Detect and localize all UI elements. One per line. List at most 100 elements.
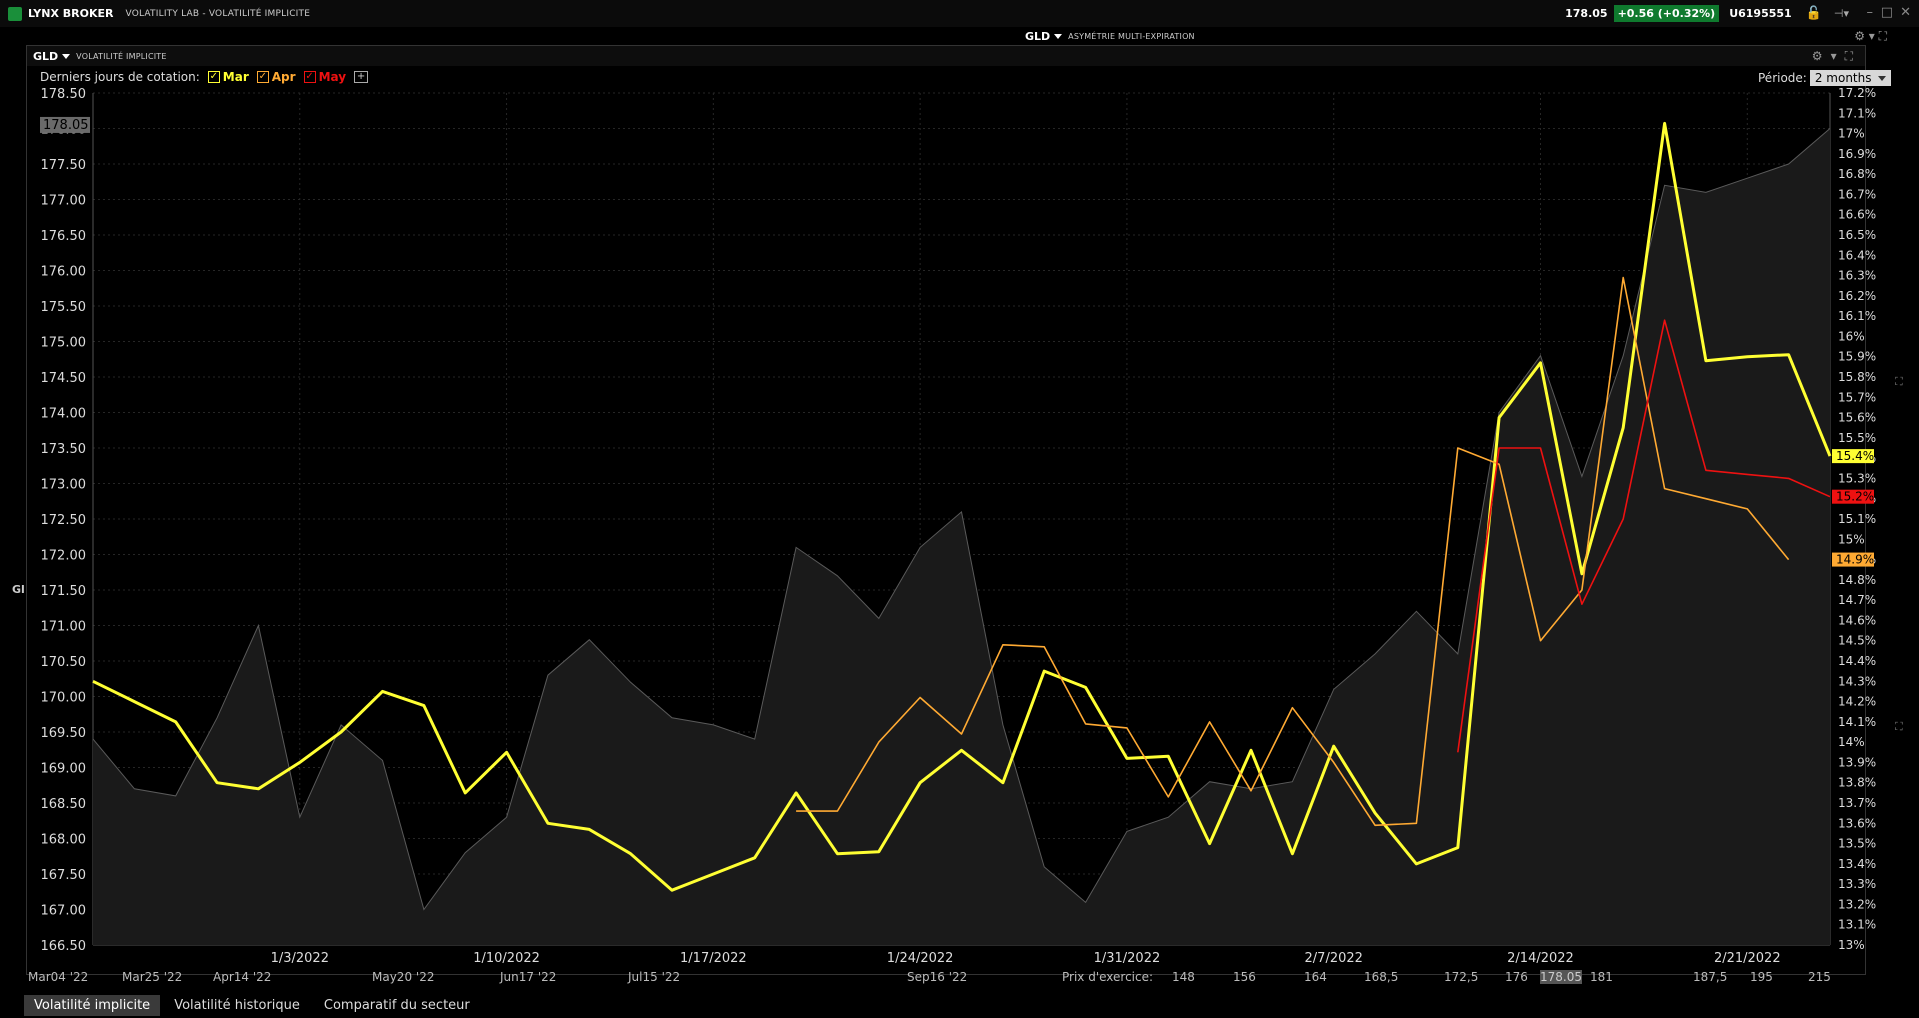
- tab-implied-volatility[interactable]: Volatilité implicite: [24, 994, 161, 1016]
- background-axis-label: Jul15 '22: [628, 970, 681, 984]
- last-value-label: 15.4%: [1836, 449, 1874, 463]
- background-axis-label: Jun17 '22: [500, 970, 557, 984]
- x-axis-tick-label: 1/3/2022: [271, 951, 329, 966]
- left-axis-tick-label: 171.50: [41, 584, 87, 599]
- right-axis-tick-label: 16.1%: [1838, 309, 1876, 323]
- background-axis-label: May20 '22: [372, 970, 435, 984]
- left-axis-tick-label: 176.50: [41, 229, 87, 244]
- left-axis-tick-label: 169.50: [41, 726, 87, 741]
- right-axis-tick-label: 13%: [1838, 938, 1865, 952]
- right-axis-tick-label: 14.1%: [1838, 715, 1876, 729]
- left-axis-tick-label: 168.00: [41, 833, 87, 848]
- right-axis-tick-label: 15.3%: [1838, 471, 1876, 485]
- left-axis-tick-label: 178.50: [41, 87, 87, 102]
- right-axis-tick-label: 14.4%: [1838, 654, 1876, 668]
- right-axis-tick-label: 15.1%: [1838, 512, 1876, 526]
- right-axis-tick-label: 13.3%: [1838, 877, 1876, 891]
- left-axis-tick-label: 175.00: [41, 336, 87, 351]
- background-axis-label: 187,5: [1693, 970, 1728, 984]
- right-axis-tick-label: 16.5%: [1838, 228, 1876, 242]
- right-axis-tick-label: 16.3%: [1838, 269, 1876, 283]
- background-axis-label: 178.05: [1540, 970, 1582, 984]
- background-axis-label: Sep16 '22: [907, 970, 968, 984]
- background-axis-label: 195: [1750, 970, 1773, 984]
- right-axis-tick-label: 14%: [1838, 735, 1865, 749]
- right-axis-tick-label: 16.2%: [1838, 289, 1876, 303]
- tab-sector-comparison[interactable]: Comparatif du secteur: [314, 995, 480, 1016]
- left-axis-tick-label: 170.50: [41, 655, 87, 670]
- left-axis-tick-label: 173.50: [41, 442, 87, 457]
- right-axis-tick-label: 14.3%: [1838, 674, 1876, 688]
- left-axis-tick-label: 171.00: [41, 620, 87, 635]
- right-axis-tick-label: 13.4%: [1838, 857, 1876, 871]
- x-axis-tick-label: 1/17/2022: [680, 951, 747, 966]
- x-axis-tick-label: 2/21/2022: [1714, 951, 1781, 966]
- background-axis-label: 215: [1808, 970, 1831, 984]
- right-axis-tick-label: 13.9%: [1838, 755, 1876, 769]
- right-axis-tick-label: 14.2%: [1838, 695, 1876, 709]
- right-axis-tick-label: 16.9%: [1838, 147, 1876, 161]
- x-axis-tick-label: 2/7/2022: [1305, 951, 1363, 966]
- left-axis-tick-label: 173.00: [41, 478, 87, 493]
- right-axis-tick-label: 15.8%: [1838, 370, 1876, 384]
- background-axis-label: 181: [1590, 970, 1613, 984]
- background-axis-label: Apr14 '22: [213, 970, 272, 984]
- background-strike-axis: Mar04 '22 Mar25 '22 Apr14 '22 May20 '22 Jun1…: [0, 970, 1919, 986]
- background-axis-label: 176: [1505, 970, 1528, 984]
- right-axis-tick-label: 14.7%: [1838, 593, 1876, 607]
- volatility-chart[interactable]: 178.50178.00177.50177.00176.50176.00175.…: [0, 0, 1919, 1018]
- x-axis-tick-label: 1/10/2022: [473, 951, 540, 966]
- left-axis-tick-label: 170.00: [41, 691, 87, 706]
- right-axis-tick-label: 16%: [1838, 329, 1865, 343]
- left-axis-tick-label: 172.00: [41, 549, 87, 564]
- left-axis-tick-label: 174.00: [41, 407, 87, 422]
- right-axis-tick-label: 16.4%: [1838, 248, 1876, 262]
- background-axis-label: 164: [1304, 970, 1327, 984]
- background-axis-label: 168,5: [1364, 970, 1399, 984]
- left-axis-tick-label: 177.50: [41, 158, 87, 173]
- left-axis-tick-label: 167.50: [41, 868, 87, 883]
- background-axis-label: 172,5: [1444, 970, 1479, 984]
- last-value-label: 15.2%: [1836, 490, 1874, 504]
- right-axis-tick-label: 17%: [1838, 127, 1865, 141]
- left-axis-tick-label: 168.50: [41, 797, 87, 812]
- last-value-label: 14.9%: [1836, 553, 1874, 567]
- background-axis-label: 156: [1233, 970, 1256, 984]
- x-axis-tick-label: 1/31/2022: [1094, 951, 1161, 966]
- tab-historical-volatility[interactable]: Volatilité historique: [164, 995, 310, 1016]
- right-axis-tick-label: 16.7%: [1838, 187, 1876, 201]
- left-axis-tick-label: 175.50: [41, 300, 87, 315]
- right-axis-tick-label: 15.5%: [1838, 431, 1876, 445]
- current-price-label: 178.05: [43, 118, 89, 133]
- right-axis-tick-label: 13.5%: [1838, 837, 1876, 851]
- x-axis-tick-label: 1/24/2022: [887, 951, 954, 966]
- background-axis-label: 148: [1172, 970, 1195, 984]
- right-axis-tick-label: 13.2%: [1838, 897, 1876, 911]
- right-axis-tick-label: 16.8%: [1838, 167, 1876, 181]
- right-axis-tick-label: 13.8%: [1838, 776, 1876, 790]
- bottom-tabs: Volatilité implicite Volatilité historiq…: [0, 992, 1919, 1018]
- x-axis-tick-label: 2/14/2022: [1507, 951, 1574, 966]
- right-axis-tick-label: 15%: [1838, 532, 1865, 546]
- right-axis-tick-label: 14.5%: [1838, 634, 1876, 648]
- right-axis-tick-label: 15.9%: [1838, 350, 1876, 364]
- background-axis-label: Prix d'exercice:: [1062, 970, 1154, 984]
- right-axis-tick-label: 13.6%: [1838, 816, 1876, 830]
- right-axis-tick-label: 17.2%: [1838, 86, 1876, 100]
- left-axis-tick-label: 177.00: [41, 194, 87, 209]
- right-axis-tick-label: 16.6%: [1838, 208, 1876, 222]
- background-axis-label: Mar04 '22: [28, 970, 89, 984]
- background-axis-label: Mar25 '22: [122, 970, 183, 984]
- right-axis-tick-label: 13.1%: [1838, 918, 1876, 932]
- left-axis-tick-label: 176.00: [41, 265, 87, 280]
- right-axis-tick-label: 14.6%: [1838, 613, 1876, 627]
- left-axis-tick-label: 169.00: [41, 762, 87, 777]
- right-axis-tick-label: 15.7%: [1838, 390, 1876, 404]
- right-axis-tick-label: 17.1%: [1838, 106, 1876, 120]
- left-axis-tick-label: 174.50: [41, 371, 87, 386]
- left-axis-tick-label: 172.50: [41, 513, 87, 528]
- right-axis-tick-label: 14.8%: [1838, 573, 1876, 587]
- left-axis-tick-label: 166.50: [41, 939, 87, 954]
- right-axis-tick-label: 13.7%: [1838, 796, 1876, 810]
- right-axis-tick-label: 15.6%: [1838, 411, 1876, 425]
